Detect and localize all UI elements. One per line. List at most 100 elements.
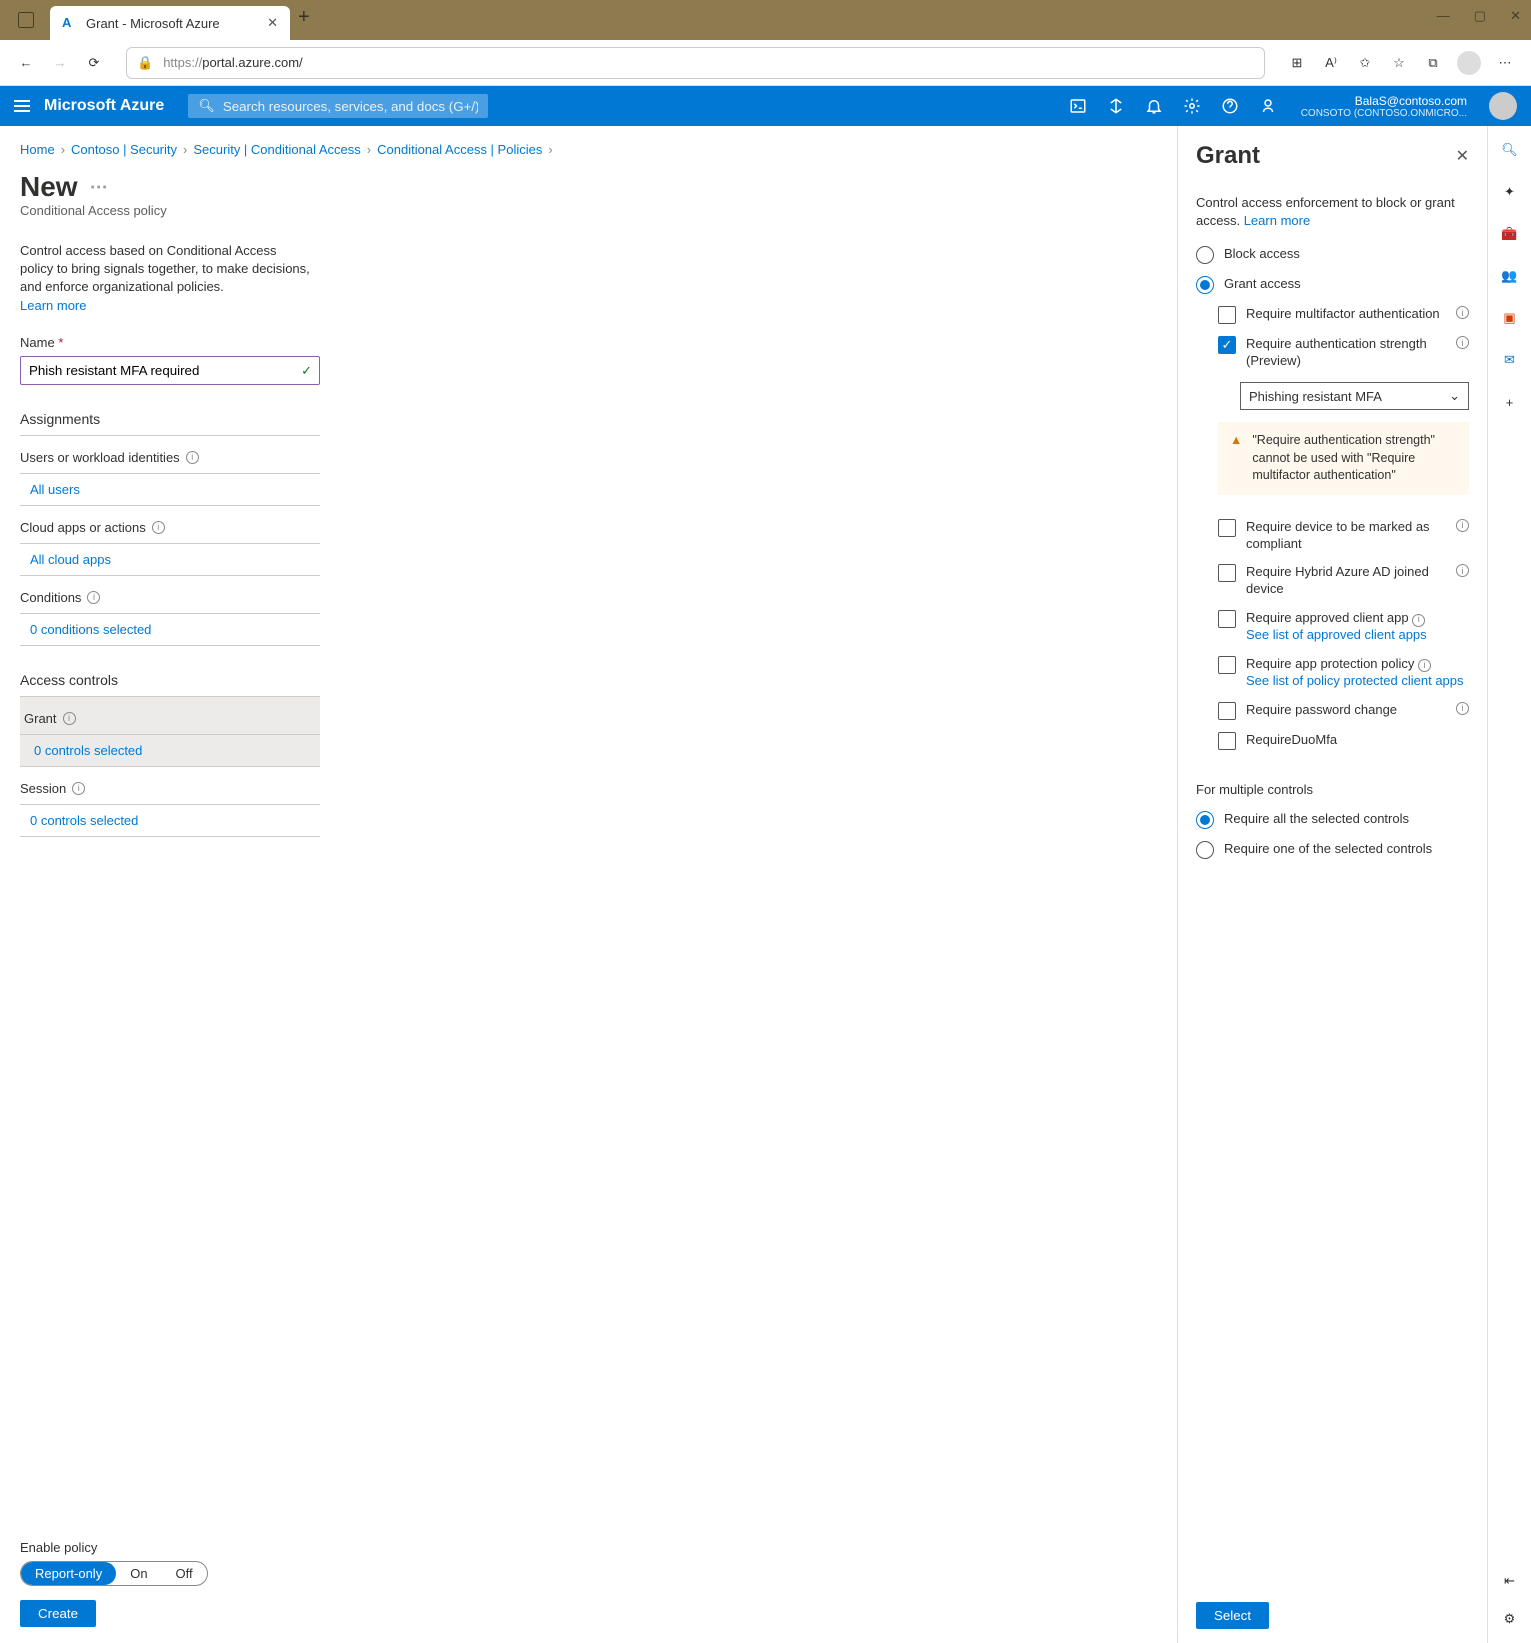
profile-avatar[interactable] [1457, 51, 1481, 75]
duo-checkbox[interactable] [1218, 732, 1236, 750]
info-icon[interactable]: i [1412, 614, 1425, 627]
refresh-icon[interactable]: ⟳ [84, 53, 104, 73]
block-radio[interactable] [1196, 246, 1214, 264]
breadcrumb: Home› Contoso | Security› Security | Con… [20, 142, 1157, 157]
address-bar: ← → ⟳ 🔒 https://portal.azure.com/ ⊞ A⁾ ✩… [0, 40, 1531, 86]
session-row[interactable]: Sessioni [20, 767, 320, 805]
page-actions-icon[interactable]: ⋯ [90, 177, 108, 198]
info-icon[interactable]: i [152, 521, 165, 534]
rail-collapse-icon[interactable]: ⇤ [1498, 1569, 1522, 1593]
info-icon[interactable]: i [1456, 519, 1469, 532]
info-icon[interactable]: i [63, 712, 76, 725]
select-button[interactable]: Select [1196, 1602, 1269, 1629]
users-row[interactable]: Users or workload identitiesi [20, 436, 320, 474]
azure-brand[interactable]: Microsoft Azure [44, 97, 164, 115]
grant-row[interactable]: Granti [20, 697, 320, 735]
new-tab-button[interactable]: + [298, 6, 310, 29]
breadcrumb-policies[interactable]: Conditional Access | Policies [377, 142, 542, 157]
toggle-report-only[interactable]: Report-only [21, 1562, 116, 1585]
breadcrumb-contoso[interactable]: Contoso | Security [71, 142, 177, 157]
close-window-icon[interactable]: ✕ [1510, 8, 1521, 24]
create-button[interactable]: Create [20, 1600, 96, 1627]
rail-copilot-icon[interactable]: ✦ [1498, 180, 1522, 204]
info-icon[interactable]: i [72, 782, 85, 795]
help-icon[interactable] [1221, 97, 1239, 115]
back-icon[interactable]: ← [16, 53, 36, 73]
maximize-icon[interactable]: ▢ [1474, 8, 1486, 24]
block-label: Block access [1224, 246, 1469, 263]
extensions-icon[interactable]: ⊞ [1287, 53, 1307, 73]
cloud-shell-icon[interactable] [1069, 97, 1087, 115]
conditions-row[interactable]: Conditionsi [20, 576, 320, 614]
favorite-icon[interactable]: ✩ [1355, 53, 1375, 73]
app-protection-link[interactable]: See list of policy protected client apps [1246, 673, 1464, 688]
more-icon[interactable]: ⋯ [1495, 53, 1515, 73]
client-app-link[interactable]: See list of approved client apps [1246, 627, 1427, 642]
notifications-icon[interactable] [1145, 97, 1163, 115]
panel-description: Control access enforcement to block or g… [1196, 194, 1469, 230]
grant-radio[interactable] [1196, 276, 1214, 294]
toggle-off[interactable]: Off [162, 1562, 207, 1585]
tabs-icon[interactable] [18, 12, 34, 28]
hybrid-checkbox[interactable] [1218, 564, 1236, 582]
grant-learn-more[interactable]: Learn more [1244, 213, 1310, 228]
rail-tools-icon[interactable]: 🧰 [1498, 222, 1522, 246]
users-value[interactable]: All users [30, 482, 80, 497]
info-icon[interactable]: i [1456, 702, 1469, 715]
collections-icon[interactable]: ⧉ [1423, 53, 1443, 73]
rail-people-icon[interactable]: 👥 [1498, 264, 1522, 288]
compliant-checkbox[interactable] [1218, 519, 1236, 537]
info-icon[interactable]: i [1456, 306, 1469, 319]
password-checkbox[interactable] [1218, 702, 1236, 720]
policy-name-input[interactable] [20, 356, 320, 385]
page-subtitle: Conditional Access policy [20, 203, 1157, 218]
app-protection-checkbox[interactable] [1218, 656, 1236, 674]
minimize-icon[interactable]: — [1437, 8, 1450, 24]
access-controls-header: Access controls [20, 672, 320, 697]
browser-tab[interactable]: A Grant - Microsoft Azure ✕ [50, 6, 290, 40]
warning-icon: ▲ [1230, 432, 1242, 485]
search-input[interactable] [223, 99, 478, 114]
rail-add-icon[interactable]: + [1498, 390, 1522, 414]
apps-value[interactable]: All cloud apps [30, 552, 111, 567]
multi-all-radio[interactable] [1196, 811, 1214, 829]
read-aloud-icon[interactable]: A⁾ [1321, 53, 1341, 73]
info-icon[interactable]: i [1418, 659, 1431, 672]
enable-policy-toggle[interactable]: Report-only On Off [20, 1561, 208, 1586]
rail-settings-icon[interactable]: ⚙ [1498, 1607, 1522, 1631]
auth-strength-checkbox[interactable]: ✓ [1218, 336, 1236, 354]
azure-topbar: Microsoft Azure 🔍︎ BalaS@contoso.com CON… [0, 86, 1531, 126]
info-icon[interactable]: i [87, 591, 100, 604]
rail-search-icon[interactable]: 🔍︎ [1498, 138, 1522, 162]
feedback-icon[interactable] [1259, 97, 1277, 115]
toggle-on[interactable]: On [116, 1562, 161, 1585]
favorites-bar-icon[interactable]: ☆ [1389, 53, 1409, 73]
global-search[interactable]: 🔍︎ [188, 94, 488, 118]
settings-icon[interactable] [1183, 97, 1201, 115]
conditions-value[interactable]: 0 conditions selected [30, 622, 151, 637]
url-input[interactable]: 🔒 https://portal.azure.com/ [126, 47, 1265, 79]
info-icon[interactable]: i [1456, 564, 1469, 577]
multi-controls-header: For multiple controls [1196, 782, 1469, 797]
rail-outlook-icon[interactable]: ✉ [1498, 348, 1522, 372]
client-app-checkbox[interactable] [1218, 610, 1236, 628]
learn-more-link[interactable]: Learn more [20, 298, 86, 313]
auth-strength-select[interactable]: Phishing resistant MFA ⌄ [1240, 382, 1469, 410]
directories-icon[interactable] [1107, 97, 1125, 115]
apps-row[interactable]: Cloud apps or actionsi [20, 506, 320, 544]
info-icon[interactable]: i [186, 451, 199, 464]
check-icon: ✓ [301, 363, 312, 379]
mfa-checkbox[interactable] [1218, 306, 1236, 324]
breadcrumb-security[interactable]: Security | Conditional Access [193, 142, 360, 157]
close-panel-icon[interactable]: ✕ [1456, 146, 1469, 166]
info-icon[interactable]: i [1456, 336, 1469, 349]
user-avatar[interactable] [1489, 92, 1517, 120]
user-info[interactable]: BalaS@contoso.com CONSOTO (CONTOSO.ONMIC… [1301, 94, 1467, 119]
breadcrumb-home[interactable]: Home [20, 142, 55, 157]
session-value[interactable]: 0 controls selected [30, 813, 138, 828]
rail-office-icon[interactable]: ▣ [1498, 306, 1522, 330]
menu-icon[interactable] [14, 100, 30, 112]
close-tab-icon[interactable]: ✕ [267, 15, 278, 31]
grant-value[interactable]: 0 controls selected [34, 743, 142, 758]
multi-one-radio[interactable] [1196, 841, 1214, 859]
